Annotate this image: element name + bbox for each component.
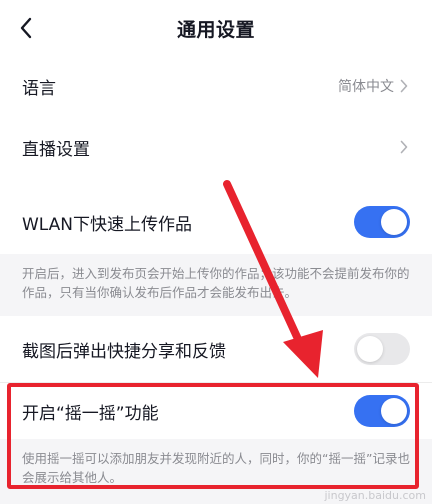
language-label: 语言 [22,78,56,99]
chevron-right-icon [400,139,410,155]
nav-bar: 通用设置 [0,0,432,56]
screenshot-share-label: 截图后弹出快捷分享和反馈 [22,341,226,362]
watermark: jingyan.baidu.com [324,489,426,502]
shake-label: 开启“摇一摇”功能 [22,403,159,424]
live-settings-label: 直播设置 [22,139,90,160]
screenshot-share-row: 截图后弹出快捷分享和反馈 [0,318,432,380]
shake-row: 开启“摇一摇”功能 [0,383,432,439]
live-settings-row[interactable]: 直播设置 [0,118,432,176]
chevron-left-icon [20,17,32,39]
shake-toggle[interactable] [354,395,410,427]
toggle-knob [357,336,383,362]
wlan-upload-label: WLAN下快速上传作品 [22,214,193,235]
screenshot-share-toggle[interactable] [354,333,410,365]
language-row[interactable]: 语言 简体中文 [0,58,432,114]
toggle-knob [381,209,407,235]
back-button[interactable] [12,14,40,42]
wlan-upload-row: WLAN下快速上传作品 [0,190,432,254]
chevron-right-icon [400,78,410,94]
toggle-knob [381,398,407,424]
page-title: 通用设置 [176,18,255,41]
language-value: 简体中文 [338,79,394,95]
wlan-upload-description: 开启后，进入到发布页会开始上传你的作品；该功能不会提前发布你的作品，只有当你确认… [0,254,432,316]
wlan-upload-toggle[interactable] [354,206,410,238]
